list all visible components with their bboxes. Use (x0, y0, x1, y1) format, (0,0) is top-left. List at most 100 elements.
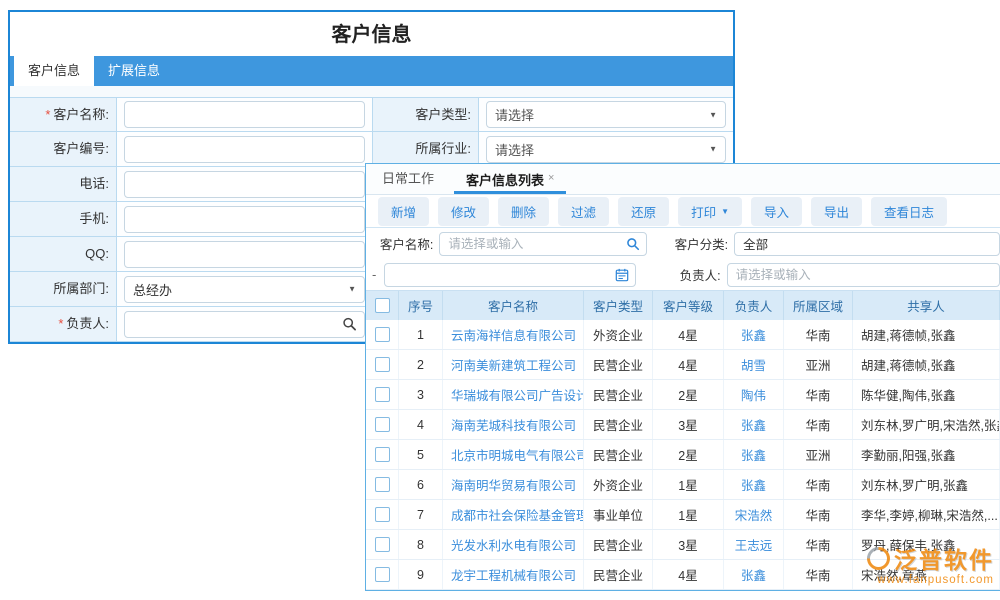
row-checkbox[interactable] (375, 327, 390, 342)
owner-link[interactable]: 陶伟 (724, 380, 784, 409)
close-icon[interactable]: × (548, 172, 554, 184)
customer-level: 3星 (653, 530, 724, 559)
shared-people: 刘东林,罗广明,张鑫 (853, 470, 1000, 499)
toolbar-button[interactable]: 删除▼ (498, 197, 549, 226)
required-asterisk: * (45, 107, 50, 122)
calendar-icon[interactable] (615, 268, 629, 282)
form-tab-label: 扩展信息 (108, 63, 160, 78)
chevron-down-icon: ▼ (348, 285, 356, 294)
region: 华南 (784, 410, 853, 439)
toolbar-button[interactable]: 导出▼ (811, 197, 862, 226)
toolbar-button[interactable]: 过滤▼ (558, 197, 609, 226)
customer-name-filter[interactable] (439, 232, 646, 256)
field-input[interactable]: ▼ (124, 311, 365, 338)
field-select[interactable]: 请选择 ▼ (486, 136, 726, 163)
customer-type: 民营企业 (584, 350, 653, 379)
owner-link[interactable]: 宋浩然 (724, 500, 784, 529)
region: 华南 (784, 530, 853, 559)
owner-filter-input[interactable] (728, 264, 999, 286)
row-checkbox[interactable] (375, 477, 390, 492)
category-filter-input[interactable] (735, 233, 999, 255)
customer-name-link[interactable]: 龙宇工程机械有限公司 (443, 560, 584, 589)
owner-link[interactable]: 张鑫 (724, 410, 784, 439)
customer-name-link[interactable]: 北京市明城电气有限公司 (443, 440, 584, 469)
toolbar-button[interactable]: 修改▼ (438, 197, 489, 226)
field-input[interactable]: ▼ (124, 136, 365, 163)
customer-name-link[interactable]: 云南海祥信息有限公司 (443, 320, 584, 349)
customer-level: 1星 (653, 470, 724, 499)
field-label-text: 客户名称: (53, 107, 109, 122)
category-filter[interactable] (734, 232, 1000, 256)
field-input[interactable]: 总经办 ▼ (124, 276, 365, 303)
customer-name-link[interactable]: 华瑞城有限公司广告设计部 (443, 380, 584, 409)
shared-people: 李华,李婷,柳琳,宋浩然,... (853, 500, 1000, 529)
row-checkbox[interactable] (375, 357, 390, 372)
customer-name-link[interactable]: 河南美新建筑工程公司 (443, 350, 584, 379)
row-checkbox[interactable] (375, 537, 390, 552)
field-input[interactable]: ▼ (124, 171, 365, 198)
customer-level: 4星 (653, 350, 724, 379)
owner-link[interactable]: 张鑫 (724, 440, 784, 469)
form-left-column: *客户名称: ▼ 客户编号: (10, 97, 372, 342)
row-no: 6 (399, 470, 443, 499)
customer-name-filter-input[interactable] (440, 233, 645, 255)
toolbar-button[interactable]: 导入▼ (751, 197, 802, 226)
customer-name-link[interactable]: 光发水利水电有限公司 (443, 530, 584, 559)
search-icon[interactable] (626, 237, 640, 251)
row-checkbox[interactable] (375, 507, 390, 522)
col-region: 所属区域 (784, 291, 853, 320)
panel-tab[interactable]: 日常工作× (366, 164, 450, 194)
owner-filter-label: 负责人: (666, 265, 721, 284)
row-checkbox[interactable] (375, 387, 390, 402)
toolbar-button-label: 修改 (451, 202, 476, 221)
row-checkbox[interactable] (375, 567, 390, 582)
field-input[interactable]: ▼ (124, 101, 365, 128)
row-checkbox[interactable] (375, 447, 390, 462)
toolbar-button[interactable]: 打印▼ (678, 197, 742, 226)
owner-link[interactable]: 张鑫 (724, 560, 784, 589)
toolbar-button-label: 打印 (691, 202, 716, 221)
form-tab[interactable]: 客户信息 (14, 56, 94, 86)
select-all-checkbox[interactable] (375, 298, 390, 313)
category-filter-label: 客户分类: (661, 234, 728, 253)
panel-tab-label: 日常工作 (382, 171, 434, 186)
date-filter-input[interactable] (385, 264, 635, 286)
date-filter[interactable] (384, 263, 636, 287)
toolbar-button-label: 查看日志 (884, 202, 934, 221)
field-select[interactable]: 请选择 ▼ (486, 101, 726, 128)
customer-level: 2星 (653, 440, 724, 469)
customer-type: 事业单位 (584, 500, 653, 529)
toolbar-button[interactable]: 查看日志▼ (871, 197, 947, 226)
toolbar-button-label: 还原 (631, 202, 656, 221)
field-label: *负责人: (10, 307, 117, 341)
toolbar-button[interactable]: 新增▼ (378, 197, 429, 226)
row-no: 4 (399, 410, 443, 439)
form-tab[interactable]: 扩展信息 (94, 56, 174, 86)
owner-link[interactable]: 胡雪 (724, 350, 784, 379)
owner-link[interactable]: 王志远 (724, 530, 784, 559)
toolbar-button[interactable]: 还原▼ (618, 197, 669, 226)
region: 亚洲 (784, 350, 853, 379)
form-tab-label: 客户信息 (28, 63, 80, 78)
owner-link[interactable]: 张鑫 (724, 470, 784, 499)
col-customer-level: 客户等级 (653, 291, 724, 320)
field-label-text: 客户类型: (415, 107, 471, 122)
field-input[interactable]: ▼ (124, 206, 365, 233)
date-range-separator: - (372, 267, 376, 282)
table-header: 序号 客户名称 客户类型 客户等级 负责人 所属区域 共享人 (366, 290, 1000, 320)
customer-level: 2星 (653, 380, 724, 409)
customer-level: 1星 (653, 500, 724, 529)
customer-name-link[interactable]: 海南明华贸易有限公司 (443, 470, 584, 499)
customer-name-link[interactable]: 海南芜城科技有限公司 (443, 410, 584, 439)
field-input[interactable]: ▼ (124, 241, 365, 268)
panel-tab[interactable]: 客户信息列表× (450, 164, 570, 194)
field-label-text: QQ: (85, 246, 109, 261)
customer-name-link[interactable]: 成都市社会保险基金管理... (443, 500, 584, 529)
region: 华南 (784, 560, 853, 589)
row-no: 3 (399, 380, 443, 409)
shared-people: 刘东林,罗广明,宋浩然,张鑫 (853, 410, 1000, 439)
owner-filter[interactable] (727, 263, 1000, 287)
chevron-down-icon: ▼ (709, 145, 717, 154)
owner-link[interactable]: 张鑫 (724, 320, 784, 349)
row-checkbox[interactable] (375, 417, 390, 432)
